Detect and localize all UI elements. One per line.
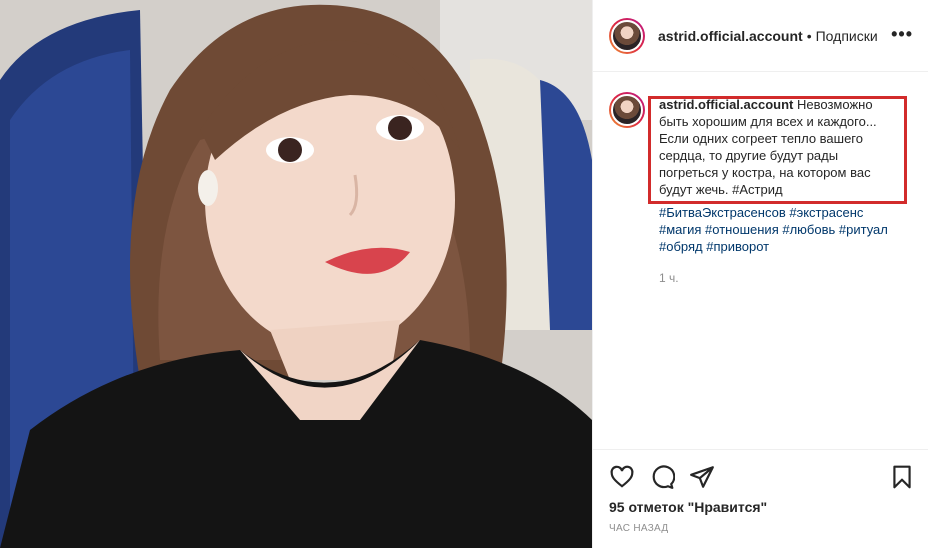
- heart-icon[interactable]: [609, 464, 635, 490]
- post-author: astrid.official.account • Подписки: [658, 28, 878, 44]
- avatar[interactable]: [609, 18, 645, 54]
- more-horizontal-icon[interactable]: •••: [891, 25, 913, 43]
- avatar[interactable]: [609, 92, 645, 128]
- post-time: ЧАС НАЗАД: [609, 523, 669, 534]
- username-link[interactable]: astrid.official.account: [658, 28, 803, 44]
- comment-icon[interactable]: [649, 464, 675, 490]
- paper-plane-icon[interactable]: [689, 464, 715, 490]
- comment-timestamp: 1 ч.: [659, 271, 679, 285]
- following-button[interactable]: Подписки: [816, 28, 878, 44]
- post-header: astrid.official.account • Подписки •••: [593, 0, 928, 72]
- selfie-image: [0, 0, 592, 548]
- caption-text: Невозможно быть хорошим для всех и каждо…: [659, 97, 877, 197]
- caption: astrid.official.account Невозможно быть …: [659, 96, 899, 198]
- separator: •: [806, 28, 812, 44]
- post-sidebar: astrid.official.account • Подписки ••• ast…: [592, 0, 928, 548]
- hashtag-list[interactable]: #БитваЭкстрасенсов #экстрасенс #магия #о…: [659, 204, 899, 255]
- bookmark-icon[interactable]: [889, 464, 915, 490]
- caption-username[interactable]: astrid.official.account: [659, 97, 793, 112]
- post-photo[interactable]: [0, 0, 592, 548]
- action-bar: 95 отметок "Нравится" ЧАС НАЗАД: [593, 449, 928, 548]
- like-count[interactable]: 95 отметок "Нравится": [609, 499, 767, 515]
